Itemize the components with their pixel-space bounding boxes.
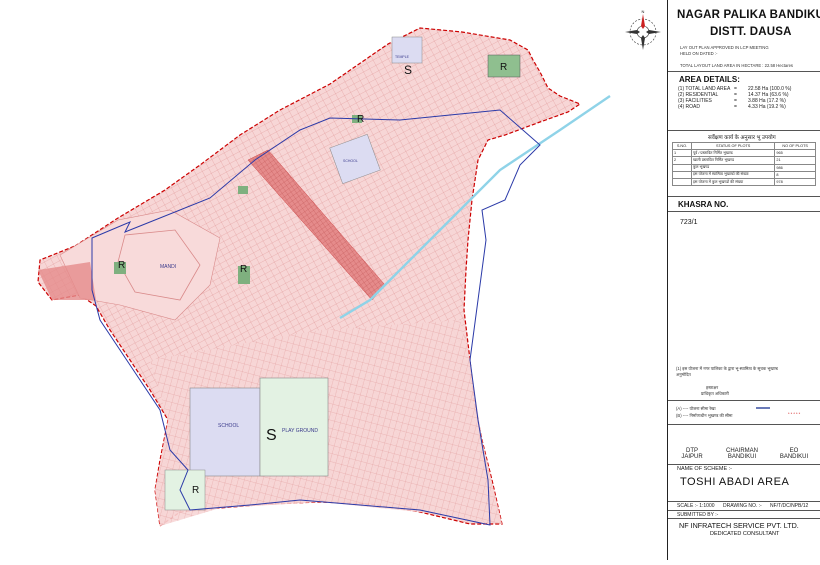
title-block: NAGAR PALIKA BANDIKUI DISTT. DAUSA LAY O…: [667, 0, 820, 560]
approval-line-1: LAY OUT PLAN APPROVED IN LCP MEETING: [680, 45, 769, 50]
company-name: NF INFRATECH SERVICE PVT. LTD.: [679, 521, 799, 530]
approval-line-2: HELD ON DATED :-: [680, 51, 718, 56]
school-label: SCHOOL: [343, 159, 358, 163]
svg-text:N: N: [642, 9, 645, 14]
map-canvas: MANDI TEMPLE SCHOOL SCHOOL PLAY GROUND S…: [37, 9, 661, 528]
park-small: [238, 186, 248, 194]
zone-r-bottom: R: [192, 485, 199, 496]
table-row: इस योजना में स्वामित्व भूखण्डों की संख्य…: [672, 170, 816, 179]
area-details-title: AREA DETAILS:: [679, 75, 740, 84]
scale: SCALE :- 1:1000: [677, 503, 715, 509]
legend-swatch: [756, 407, 770, 409]
mandi-label: MANDI: [160, 264, 176, 270]
legend-line-1: (A) ---- योजना सीमा रेखा: [676, 406, 716, 411]
drawing-number: NF/T/DC/NPB/12: [770, 503, 809, 509]
survey-title: सर्वेक्षण कार्य के अनुसार भू उपयोग: [708, 135, 776, 141]
compass-rose-icon: N: [625, 9, 661, 50]
play-ground-label: PLAY GROUND: [282, 428, 318, 434]
drawing-label: DRAWING NO. :-: [723, 503, 762, 509]
signatory-eo: EO BANDIKUI: [779, 448, 809, 460]
zone-s-top: S: [404, 63, 412, 77]
scheme-label: NAME OF SCHEME :-: [677, 466, 733, 472]
layout-map: MANDI TEMPLE SCHOOL SCHOOL PLAY GROUND S…: [0, 0, 665, 560]
zone-r-center: R: [240, 264, 247, 275]
table-row: इस योजना में कुल भूखण्डों की संख्या 978: [672, 177, 816, 187]
school-top-label: TEMPLE: [395, 55, 410, 59]
school-main-block: [189, 387, 261, 477]
table-row: कुल भूखण्ड 986: [672, 163, 816, 172]
zone-r-top: R: [500, 62, 507, 73]
panel-title: NAGAR PALIKA BANDIKUI: [677, 9, 820, 21]
panel-subtitle: DISTT. DAUSA: [710, 26, 792, 38]
khasra-title: KHASRA NO.: [678, 200, 729, 209]
signatory-dtp: DTP JAIPUR: [681, 448, 703, 460]
zone-r-mid: R: [357, 114, 364, 125]
plot-status-table: S.NO. STATUS OF PLOTS NO OF PLOTS 1 पूर्व /…: [672, 141, 816, 187]
note-line-2: अनुमोदित: [676, 372, 691, 377]
consultant-label: DEDICATED CONSULTANT: [710, 531, 780, 537]
school-top-block: [391, 36, 423, 64]
table-row: 2 खाली प्रस्तावित निर्मित भूखण्ड 21: [672, 156, 816, 165]
school-main-label: SCHOOL: [218, 423, 239, 429]
signatory-chairman: CHAIRMAN BANDIKUI: [725, 448, 758, 460]
sig-small-2: प्राधिकृत अधिकारी: [701, 391, 729, 396]
note-line: (1) इस योजना में नगर पालिका के द्वारा भू…: [676, 366, 778, 371]
khasra-value: 723/1: [680, 219, 698, 226]
scheme-name: TOSHI ABADI AREA: [680, 476, 790, 488]
legend-stars: * * * * *: [788, 411, 801, 416]
table-row: 1 पूर्व / प्रस्तावित निर्मित भूखण्ड 965: [672, 149, 816, 158]
zone-r-left: R: [118, 260, 125, 271]
zone-s-main: S: [266, 427, 277, 444]
legend-line-2: (B) ---- निर्माणाधीन भूखण्ड की सीमा: [676, 413, 733, 418]
total-area-text: TOTAL LAYOUT LAND AREA IN HECTARE : 22.5…: [680, 63, 794, 68]
